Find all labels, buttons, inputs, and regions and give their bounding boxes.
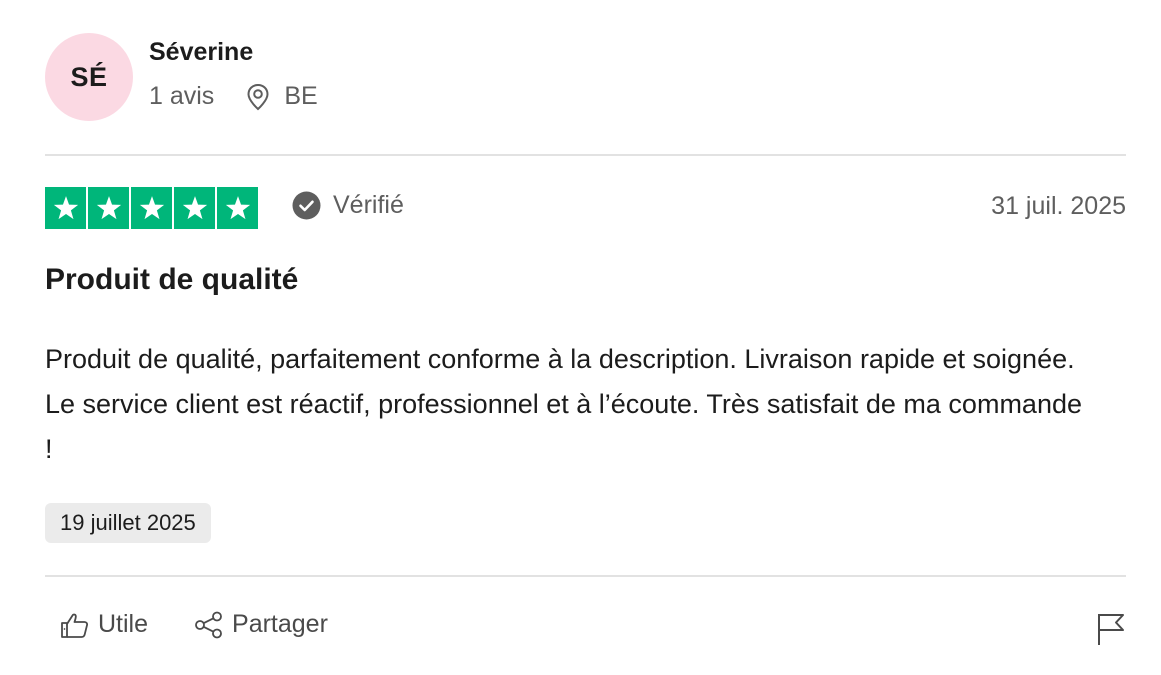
avatar[interactable]: SÉ	[45, 33, 133, 121]
review-actions: Utile Partager	[60, 610, 328, 639]
star-icon	[96, 196, 121, 220]
star-3	[131, 187, 172, 229]
share-icon	[195, 611, 222, 638]
star-5	[217, 187, 258, 229]
star-icon	[225, 196, 250, 220]
author-name[interactable]: Séverine	[149, 38, 253, 67]
experience-date-badge: 19 juillet 2025	[45, 503, 211, 543]
star-4	[174, 187, 215, 229]
check-circle-icon	[292, 191, 321, 220]
review-title[interactable]: Produit de qualité	[45, 263, 298, 297]
star-rating	[45, 187, 258, 229]
reviews-count: 1 avis	[149, 82, 215, 110]
thumbs-up-icon	[61, 613, 89, 638]
share-button[interactable]: Partager	[194, 610, 328, 639]
header-divider	[45, 154, 1126, 156]
star-1	[45, 187, 86, 229]
star-icon	[53, 196, 78, 220]
star-icon	[182, 196, 207, 220]
report-button[interactable]	[1096, 612, 1126, 651]
verified-badge[interactable]: Vérifié	[292, 191, 404, 220]
star-2	[88, 187, 129, 229]
author-meta: 1 avis BE	[149, 82, 318, 111]
author-location: BE	[246, 82, 318, 111]
review-card: SÉ Séverine 1 avis BE Vérifié 31 juil. 2…	[45, 0, 1126, 675]
verified-label: Vérifié	[333, 191, 404, 219]
review-body: Produit de qualité, parfaitement conform…	[45, 344, 1082, 464]
footer-divider	[45, 575, 1126, 577]
useful-button[interactable]: Utile	[60, 610, 148, 639]
share-label: Partager	[232, 610, 328, 638]
location-pin-icon	[247, 83, 269, 110]
useful-label: Utile	[98, 610, 149, 638]
published-date: 31 juil. 2025	[991, 192, 1126, 220]
flag-icon	[1098, 614, 1124, 645]
country-code: BE	[284, 82, 318, 110]
star-icon	[139, 196, 164, 220]
